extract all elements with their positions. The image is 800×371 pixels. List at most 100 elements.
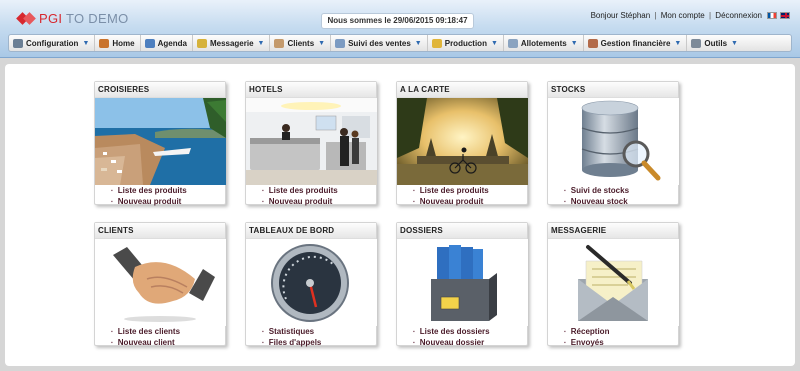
database-magnifier-icon[interactable] [548, 98, 679, 185]
binders-icon[interactable] [397, 239, 528, 326]
sales-icon [335, 38, 346, 48]
card-title: CROISIERES [95, 82, 225, 98]
nav-label: Configuration [26, 38, 79, 48]
link-nouveau-produit[interactable]: Nouveau produit [262, 197, 338, 208]
nav-allotements[interactable]: Allotements ▼ [504, 35, 584, 51]
link-reception[interactable]: Réception [564, 327, 610, 338]
nav-suivi-ventes[interactable]: Suivi des ventes ▼ [331, 35, 428, 51]
card-links: Réception Envoyés [564, 327, 610, 349]
link-files-appels[interactable]: Files d'appels [262, 338, 322, 349]
logo-diamond-icon [16, 11, 36, 26]
nav-configuration[interactable]: Configuration ▼ [9, 35, 96, 51]
card-links: Liste des dossiers Nouveau dossier [413, 327, 490, 349]
card-title: DOSSIERS [397, 223, 527, 239]
nav-label: Outils [704, 38, 728, 48]
link-nouveau-produit[interactable]: Nouveau produit [413, 197, 489, 208]
app-logo[interactable]: PGI TO DEMO [16, 11, 129, 26]
card-stocks: STOCKS Suivi de stocks Nouveau stock [547, 81, 679, 208]
cruise-port-photo[interactable] [95, 98, 226, 185]
nav-outils[interactable]: Outils ▼ [687, 35, 743, 51]
separator: | [654, 11, 657, 20]
link-liste-produits[interactable]: Liste des produits [413, 186, 489, 197]
language-flags [767, 12, 790, 19]
nav-home[interactable]: Home [95, 35, 141, 51]
card-title: HOTELS [246, 82, 376, 98]
user-greeting: Bonjour Stéphan [590, 11, 651, 20]
logo-text-demo: TO DEMO [62, 11, 129, 26]
chevron-down-icon: ▼ [674, 39, 682, 47]
nav-label: Home [112, 38, 135, 48]
chevron-down-icon: ▼ [731, 39, 738, 47]
card-clients: CLIENTS Liste des clients Nouveau client [94, 222, 226, 349]
wrench-icon [13, 38, 23, 48]
link-envoyes[interactable]: Envoyés [564, 338, 609, 349]
home-icon [99, 38, 110, 48]
card-title: TABLEAUX DE BORD [246, 223, 376, 239]
nav-label: Agenda [157, 38, 187, 48]
link-liste-produits[interactable]: Liste des produits [111, 186, 187, 197]
grid-icon [507, 38, 518, 48]
envelope-pen-icon[interactable] [548, 239, 679, 326]
tools-icon [691, 38, 702, 48]
card-messagerie: MESSAGERIE Réception Envoyés [547, 222, 679, 349]
nav-messagerie[interactable]: Messagerie ▼ [193, 35, 271, 51]
temple-cyclist-photo[interactable] [397, 98, 528, 185]
flag-uk-icon[interactable] [780, 12, 790, 19]
nav-label: Gestion financière [600, 38, 671, 48]
card-links: Liste des produits Nouveau produit [111, 186, 187, 208]
nav-label: Clients [287, 38, 315, 48]
link-liste-clients[interactable]: Liste des clients [111, 327, 180, 338]
separator: | [708, 11, 712, 20]
chevron-down-icon: ▼ [318, 39, 326, 47]
user-menu: Bonjour Stéphan | Mon compte | Déconnexi… [591, 11, 762, 20]
card-dossiers: DOSSIERS Liste des dossiers Nouveau doss… [396, 222, 528, 349]
card-title: STOCKS [548, 82, 678, 98]
card-links: Liste des clients Nouveau client [111, 327, 180, 349]
nav-production[interactable]: Production ▼ [428, 35, 504, 51]
nav-label: Messagerie [209, 38, 254, 48]
card-links: Suivi de stocks Nouveau stock [564, 186, 629, 208]
nav-agenda[interactable]: Agenda [141, 35, 193, 51]
card-tableaux-de-bord: TABLEAUX DE BORD Statistiques Files d'ap… [245, 222, 377, 349]
speedometer-icon[interactable] [246, 239, 377, 326]
finance-icon [587, 38, 598, 48]
app-header: PGI TO DEMO Nous sommes le 29/06/2015 09… [0, 0, 800, 58]
card-a-la-carte: A LA CARTE Liste des produits Nouveau pr… [396, 81, 528, 208]
link-suivi-stocks[interactable]: Suivi de stocks [564, 186, 629, 197]
nav-clients[interactable]: Clients ▼ [270, 35, 332, 51]
folder-icon [431, 38, 442, 48]
nav-label: Production [444, 38, 487, 48]
flag-fr-icon[interactable] [767, 12, 777, 19]
link-nouveau-dossier[interactable]: Nouveau dossier [413, 338, 490, 349]
link-nouveau-stock[interactable]: Nouveau stock [564, 197, 629, 208]
handshake-icon [274, 38, 285, 48]
chevron-down-icon: ▼ [414, 39, 422, 47]
card-title: CLIENTS [95, 223, 225, 239]
chevron-down-icon: ▼ [570, 39, 578, 47]
logout-link[interactable]: Déconnexion [715, 11, 762, 20]
link-nouveau-produit[interactable]: Nouveau produit [111, 197, 187, 208]
card-croisieres: CROISIERES Liste des produits Nouveau pr… [94, 81, 226, 208]
nav-label: Suivi des ventes [348, 38, 411, 48]
card-links: Liste des produits Nouveau produit [262, 186, 338, 208]
calendar-icon [144, 38, 155, 48]
main-nav: Configuration ▼ Home Agenda Messagerie ▼ C… [8, 34, 792, 52]
handshake-icon[interactable] [95, 239, 226, 326]
chevron-down-icon: ▼ [257, 39, 265, 47]
card-links: Liste des produits Nouveau produit [413, 186, 489, 208]
nav-gestion-financiere[interactable]: Gestion financière ▼ [584, 35, 688, 51]
dashboard-main: CROISIERES Liste des produits Nouveau pr… [5, 64, 795, 366]
link-liste-dossiers[interactable]: Liste des dossiers [413, 327, 490, 338]
nav-label: Allotements [520, 38, 567, 48]
card-links: Statistiques Files d'appels [262, 327, 322, 349]
card-title: MESSAGERIE [548, 223, 678, 239]
my-account-link[interactable]: Mon compte [661, 11, 705, 20]
chevron-down-icon: ▼ [82, 39, 90, 47]
current-datetime: Nous sommes le 29/06/2015 09:18:47 [321, 13, 474, 29]
link-nouveau-client[interactable]: Nouveau client [111, 338, 180, 349]
link-statistiques[interactable]: Statistiques [262, 327, 321, 338]
card-hotels: HOTELS Liste des produits Nouveau produi… [245, 81, 377, 208]
link-liste-produits[interactable]: Liste des produits [262, 186, 338, 197]
logo-text-pgi: PGI [39, 11, 63, 26]
hotel-lobby-photo[interactable] [246, 98, 377, 185]
